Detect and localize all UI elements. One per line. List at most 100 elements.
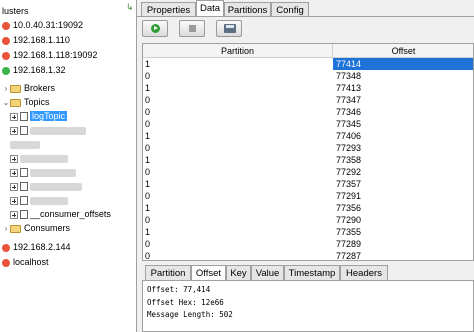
offset-cell: 77406 bbox=[336, 131, 362, 141]
redacted-label bbox=[30, 182, 82, 191]
table-row[interactable]: 1 77356 bbox=[143, 202, 473, 214]
topic-icon bbox=[20, 168, 28, 178]
partition-cell: 0 bbox=[145, 251, 151, 261]
topic-icon bbox=[20, 112, 28, 122]
tree-cluster-label: 192.168.1.118:19092 bbox=[13, 50, 98, 60]
table-row[interactable]: 0 77293 bbox=[143, 142, 473, 154]
detail-tab-key[interactable]: Key bbox=[226, 265, 251, 280]
tree-topic-redacted[interactable] bbox=[10, 193, 68, 207]
save-icon bbox=[224, 24, 236, 33]
detail-tab-headers[interactable]: Headers bbox=[340, 265, 388, 280]
tree-cluster-item[interactable]: 10.0.40.31:19092 bbox=[2, 18, 83, 32]
expand-plus-icon[interactable] bbox=[10, 112, 18, 121]
tree-topic-redacted[interactable] bbox=[10, 137, 40, 151]
expand-plus-icon[interactable] bbox=[10, 182, 18, 191]
column-header-partition[interactable]: Partition bbox=[143, 44, 333, 58]
topic-icon bbox=[20, 210, 28, 220]
kafka-tool-window: ↳ lusters 10.0.40.31:19092 192.168.1.110 1… bbox=[0, 0, 474, 332]
tree-topic-selected[interactable]: logTopic bbox=[10, 109, 68, 123]
tree-topic-redacted[interactable] bbox=[10, 179, 82, 193]
detail-message-length: Message Length: 502 bbox=[147, 310, 233, 319]
tab-data[interactable]: Data bbox=[196, 0, 224, 17]
tree-cluster-item[interactable]: localhost bbox=[2, 255, 49, 269]
partition-cell: 0 bbox=[145, 215, 151, 225]
table-row[interactable]: 0 77289 bbox=[143, 238, 473, 250]
tab-properties[interactable]: Properties bbox=[141, 2, 196, 17]
tab-config[interactable]: Config bbox=[271, 2, 309, 17]
partition-cell: 0 bbox=[145, 119, 151, 129]
table-row[interactable]: 0 77345 bbox=[143, 118, 473, 130]
tree-topics-label: Topics bbox=[24, 97, 50, 107]
tree-clusters-root[interactable]: lusters bbox=[2, 4, 29, 18]
partition-cell: 0 bbox=[145, 239, 151, 249]
cluster-status-icon bbox=[2, 243, 10, 252]
refresh-arrow-icon[interactable]: ↳ bbox=[126, 2, 134, 13]
tab-partitions[interactable]: Partitions bbox=[224, 2, 271, 17]
chevron-down-icon[interactable]: ⌄ bbox=[2, 96, 10, 110]
table-row[interactable]: 0 77347 bbox=[143, 94, 473, 106]
cluster-tree-panel[interactable]: ↳ lusters 10.0.40.31:19092 192.168.1.110 1… bbox=[0, 0, 137, 332]
expand-plus-icon[interactable] bbox=[10, 196, 18, 205]
topic-icon bbox=[20, 182, 28, 192]
table-row[interactable]: 1 77414 bbox=[143, 58, 473, 70]
table-row[interactable]: 0 77348 bbox=[143, 70, 473, 82]
cluster-status-icon bbox=[2, 51, 10, 60]
tree-cluster-item[interactable]: 192.168.1.32 bbox=[2, 63, 66, 77]
partition-cell: 1 bbox=[145, 179, 151, 189]
table-row[interactable]: 1 77406 bbox=[143, 130, 473, 142]
table-row[interactable]: 1 77358 bbox=[143, 154, 473, 166]
table-row[interactable]: 0 77287 bbox=[143, 250, 473, 261]
message-detail-view[interactable]: Offset: 77,414 Offset Hex: 12e66 Message… bbox=[142, 280, 474, 332]
expand-plus-icon[interactable] bbox=[10, 154, 18, 163]
partition-cell: 1 bbox=[145, 203, 151, 213]
tree-topic-redacted[interactable] bbox=[10, 165, 76, 179]
redacted-label bbox=[30, 126, 86, 135]
tree-topic-redacted[interactable] bbox=[10, 123, 86, 137]
folder-icon bbox=[10, 98, 21, 107]
stop-button[interactable] bbox=[179, 20, 205, 37]
partition-cell: 0 bbox=[145, 95, 151, 105]
tree-cluster-label: 192.168.2.144 bbox=[13, 242, 71, 252]
table-row[interactable]: 0 77291 bbox=[143, 190, 473, 202]
detail-tab-timestamp[interactable]: Timestamp bbox=[284, 265, 340, 280]
detail-tab-value[interactable]: Value bbox=[251, 265, 284, 280]
detail-tab-partition[interactable]: Partition bbox=[145, 265, 191, 280]
expand-plus-icon[interactable] bbox=[10, 168, 18, 177]
tree-brokers-node[interactable]: › Brokers bbox=[2, 81, 55, 95]
tree-cluster-item[interactable]: 192.168.1.110 bbox=[2, 33, 70, 47]
partition-cell: 0 bbox=[145, 107, 151, 117]
tree-topics-node[interactable]: ⌄ Topics bbox=[2, 95, 50, 109]
offset-cell: 77414 bbox=[333, 58, 473, 70]
cluster-status-icon bbox=[2, 21, 10, 30]
expand-plus-icon[interactable] bbox=[10, 126, 18, 135]
partition-cell: 0 bbox=[145, 143, 151, 153]
table-row[interactable]: 1 77355 bbox=[143, 226, 473, 238]
detail-tab-offset[interactable]: Offset bbox=[191, 265, 226, 280]
tree-cluster-item[interactable]: 192.168.2.144 bbox=[2, 240, 71, 254]
offset-cell: 77413 bbox=[336, 83, 362, 93]
offset-cell: 77289 bbox=[336, 239, 362, 249]
retrieve-button[interactable] bbox=[142, 20, 168, 37]
redacted-label bbox=[10, 140, 40, 149]
table-row[interactable]: 0 77346 bbox=[143, 106, 473, 118]
column-header-offset[interactable]: Offset bbox=[333, 44, 473, 58]
chevron-right-icon[interactable]: › bbox=[2, 222, 10, 236]
partition-cell: 1 bbox=[145, 227, 151, 237]
table-row[interactable]: 0 77290 bbox=[143, 214, 473, 226]
table-row[interactable]: 1 77413 bbox=[143, 82, 473, 94]
table-row[interactable]: 0 77292 bbox=[143, 166, 473, 178]
chevron-right-icon[interactable]: › bbox=[2, 82, 10, 96]
message-detail-panel: Partition Offset Key Value Timestamp Headers … bbox=[142, 265, 474, 332]
table-row[interactable]: 1 77357 bbox=[143, 178, 473, 190]
offset-cell: 77291 bbox=[336, 191, 362, 201]
tab-divider bbox=[137, 16, 474, 17]
expand-plus-icon[interactable] bbox=[10, 210, 18, 219]
stop-icon bbox=[189, 25, 196, 32]
tree-cluster-item[interactable]: 192.168.1.118:19092 bbox=[2, 48, 97, 62]
tree-topic-redacted[interactable] bbox=[10, 151, 68, 165]
tree-consumers-node[interactable]: › Consumers bbox=[2, 221, 70, 235]
save-button[interactable] bbox=[216, 20, 242, 37]
tree-topic-consumer-offsets[interactable]: __consumer_offsets bbox=[10, 207, 111, 221]
offset-cell: 77345 bbox=[336, 119, 362, 129]
messages-table[interactable]: Partition Offset 1 77414 0 77348 1 77413 0 7734… bbox=[142, 43, 474, 261]
